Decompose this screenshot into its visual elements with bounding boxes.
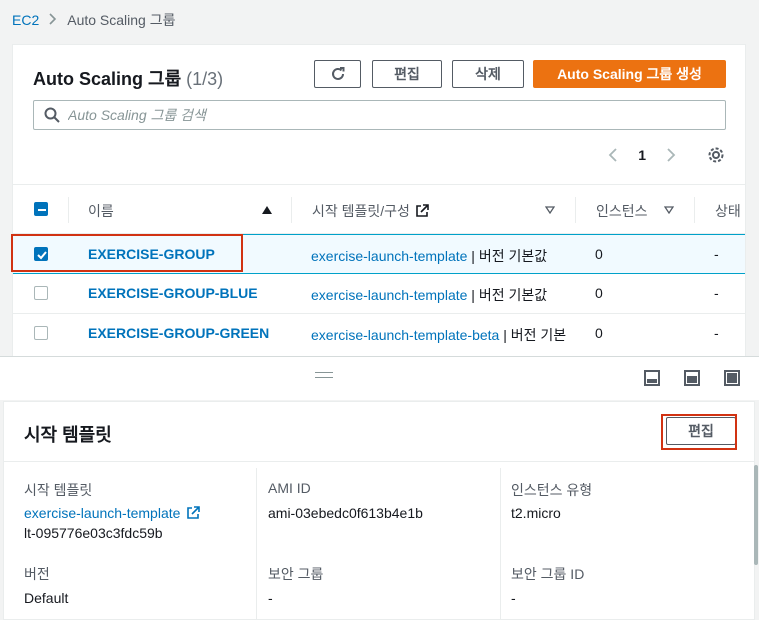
status-value: - <box>714 325 719 341</box>
sort-icon[interactable] <box>664 206 674 214</box>
launch-template-id: lt-095776e03c3fdc59b <box>24 525 163 541</box>
column-divider <box>575 197 576 223</box>
launch-template-detail-panel: 시작 템플릿 편집 시작 템플릿 exercise-launch-templat… <box>3 401 755 620</box>
instance-count: 0 <box>595 285 603 301</box>
detail-header: 시작 템플릿 편집 <box>4 402 754 462</box>
security-group-label: 보안 그룹 <box>268 566 324 582</box>
panel-splitter <box>0 356 759 400</box>
chevron-left-icon[interactable] <box>607 148 621 162</box>
refresh-icon <box>331 67 344 80</box>
column-divider <box>500 468 501 620</box>
sort-ascending-icon[interactable] <box>261 205 273 215</box>
breadcrumb: EC2 Auto Scaling 그룹 <box>12 10 176 30</box>
version-value: Default <box>24 590 69 606</box>
row-checkbox[interactable] <box>34 247 48 261</box>
page-number[interactable]: 1 <box>638 147 646 163</box>
search-box <box>33 100 726 130</box>
security-group-id-value: - <box>511 590 516 606</box>
status-value: - <box>714 285 719 301</box>
group-name-link[interactable]: EXERCISE-GROUP <box>88 246 215 262</box>
column-status-label: 상태 <box>715 203 741 219</box>
column-instances-label: 인스턴스 <box>596 203 648 219</box>
instance-count: 0 <box>595 246 603 262</box>
panel-title: Auto Scaling 그룹 (1/3) <box>33 65 223 91</box>
external-link-icon <box>416 204 429 217</box>
group-name-link[interactable]: EXERCISE-GROUP-BLUE <box>88 285 258 301</box>
template-version: | 버전 기본값 <box>467 287 548 303</box>
selection-count: (1/3) <box>186 69 224 89</box>
detail-title: 시작 템플릿 <box>24 425 112 445</box>
refresh-button[interactable] <box>314 60 361 88</box>
column-header-template[interactable]: 시작 템플릿/구성 <box>312 201 429 221</box>
table-row[interactable]: EXERCISE-GROUP exercise-launch-template … <box>13 234 745 274</box>
status-value: - <box>714 246 719 262</box>
launch-template-link[interactable]: exercise-launch-template <box>311 287 467 303</box>
template-version: | 버전 기본 <box>499 327 567 343</box>
column-header-instances[interactable]: 인스턴스 <box>596 201 648 221</box>
breadcrumb-current: Auto Scaling 그룹 <box>67 12 176 28</box>
table-row[interactable]: EXERCISE-GROUP-GREEN exercise-launch-tem… <box>13 314 745 354</box>
launch-template-link[interactable]: exercise-launch-template-beta <box>311 327 499 343</box>
column-header-name[interactable]: 이름 <box>88 201 114 221</box>
launch-template-link[interactable]: exercise-launch-template <box>311 248 467 264</box>
instance-type-label: 인스턴스 유형 <box>511 482 593 498</box>
chevron-right-icon <box>49 12 57 28</box>
select-all-checkbox[interactable] <box>34 202 48 216</box>
column-divider <box>68 197 69 223</box>
edit-button[interactable]: 편집 <box>372 60 442 88</box>
detail-edit-button[interactable]: 편집 <box>666 417 736 445</box>
layout-bottom-medium-icon[interactable] <box>684 370 700 386</box>
chevron-right-icon[interactable] <box>663 148 677 162</box>
search-input[interactable] <box>68 107 725 123</box>
ami-id-value: ami-03ebedc0f613b4e1b <box>268 505 423 521</box>
instance-count: 0 <box>595 325 603 341</box>
security-group-value: - <box>268 590 273 606</box>
launch-template-label: 시작 템플릿 <box>24 482 93 498</box>
ami-id-label: AMI ID <box>268 480 311 496</box>
check-icon <box>37 251 47 260</box>
pagination: 1 <box>607 143 725 167</box>
column-template-label: 시작 템플릿/구성 <box>312 203 410 219</box>
external-link-icon[interactable] <box>186 506 201 520</box>
table-header: 이름 시작 템플릿/구성 인스턴스 상태 <box>13 184 745 234</box>
launch-template-name-link[interactable]: exercise-launch-template <box>24 505 180 521</box>
security-group-id-label: 보안 그룹 ID <box>511 566 585 582</box>
resize-handle-icon[interactable] <box>315 372 333 378</box>
table-row[interactable]: EXERCISE-GROUP-BLUE exercise-launch-temp… <box>13 274 745 314</box>
instance-type-value: t2.micro <box>511 505 561 521</box>
indeterminate-icon <box>38 209 46 211</box>
layout-full-icon[interactable] <box>724 370 740 386</box>
column-divider <box>694 197 695 223</box>
row-checkbox[interactable] <box>34 326 48 340</box>
scrollbar[interactable] <box>754 465 758 565</box>
sort-icon[interactable] <box>545 206 555 214</box>
delete-button[interactable]: 삭제 <box>452 60 524 88</box>
version-label: 버전 <box>24 566 50 582</box>
breadcrumb-ec2-link[interactable]: EC2 <box>12 12 39 28</box>
column-name-label: 이름 <box>88 203 114 219</box>
row-checkbox[interactable] <box>34 286 48 300</box>
column-header-status[interactable]: 상태 <box>715 201 741 221</box>
column-divider <box>256 468 257 620</box>
layout-bottom-small-icon[interactable] <box>644 370 660 386</box>
search-icon <box>44 107 60 123</box>
template-version: | 버전 기본값 <box>467 248 548 264</box>
gear-icon[interactable] <box>707 146 725 164</box>
panel-title-text: Auto Scaling 그룹 <box>33 69 182 89</box>
auto-scaling-groups-panel: Auto Scaling 그룹 (1/3) 편집 삭제 Auto Scaling… <box>12 44 746 356</box>
group-name-link[interactable]: EXERCISE-GROUP-GREEN <box>88 325 269 341</box>
create-group-button[interactable]: Auto Scaling 그룹 생성 <box>533 60 726 88</box>
column-divider <box>291 197 292 223</box>
